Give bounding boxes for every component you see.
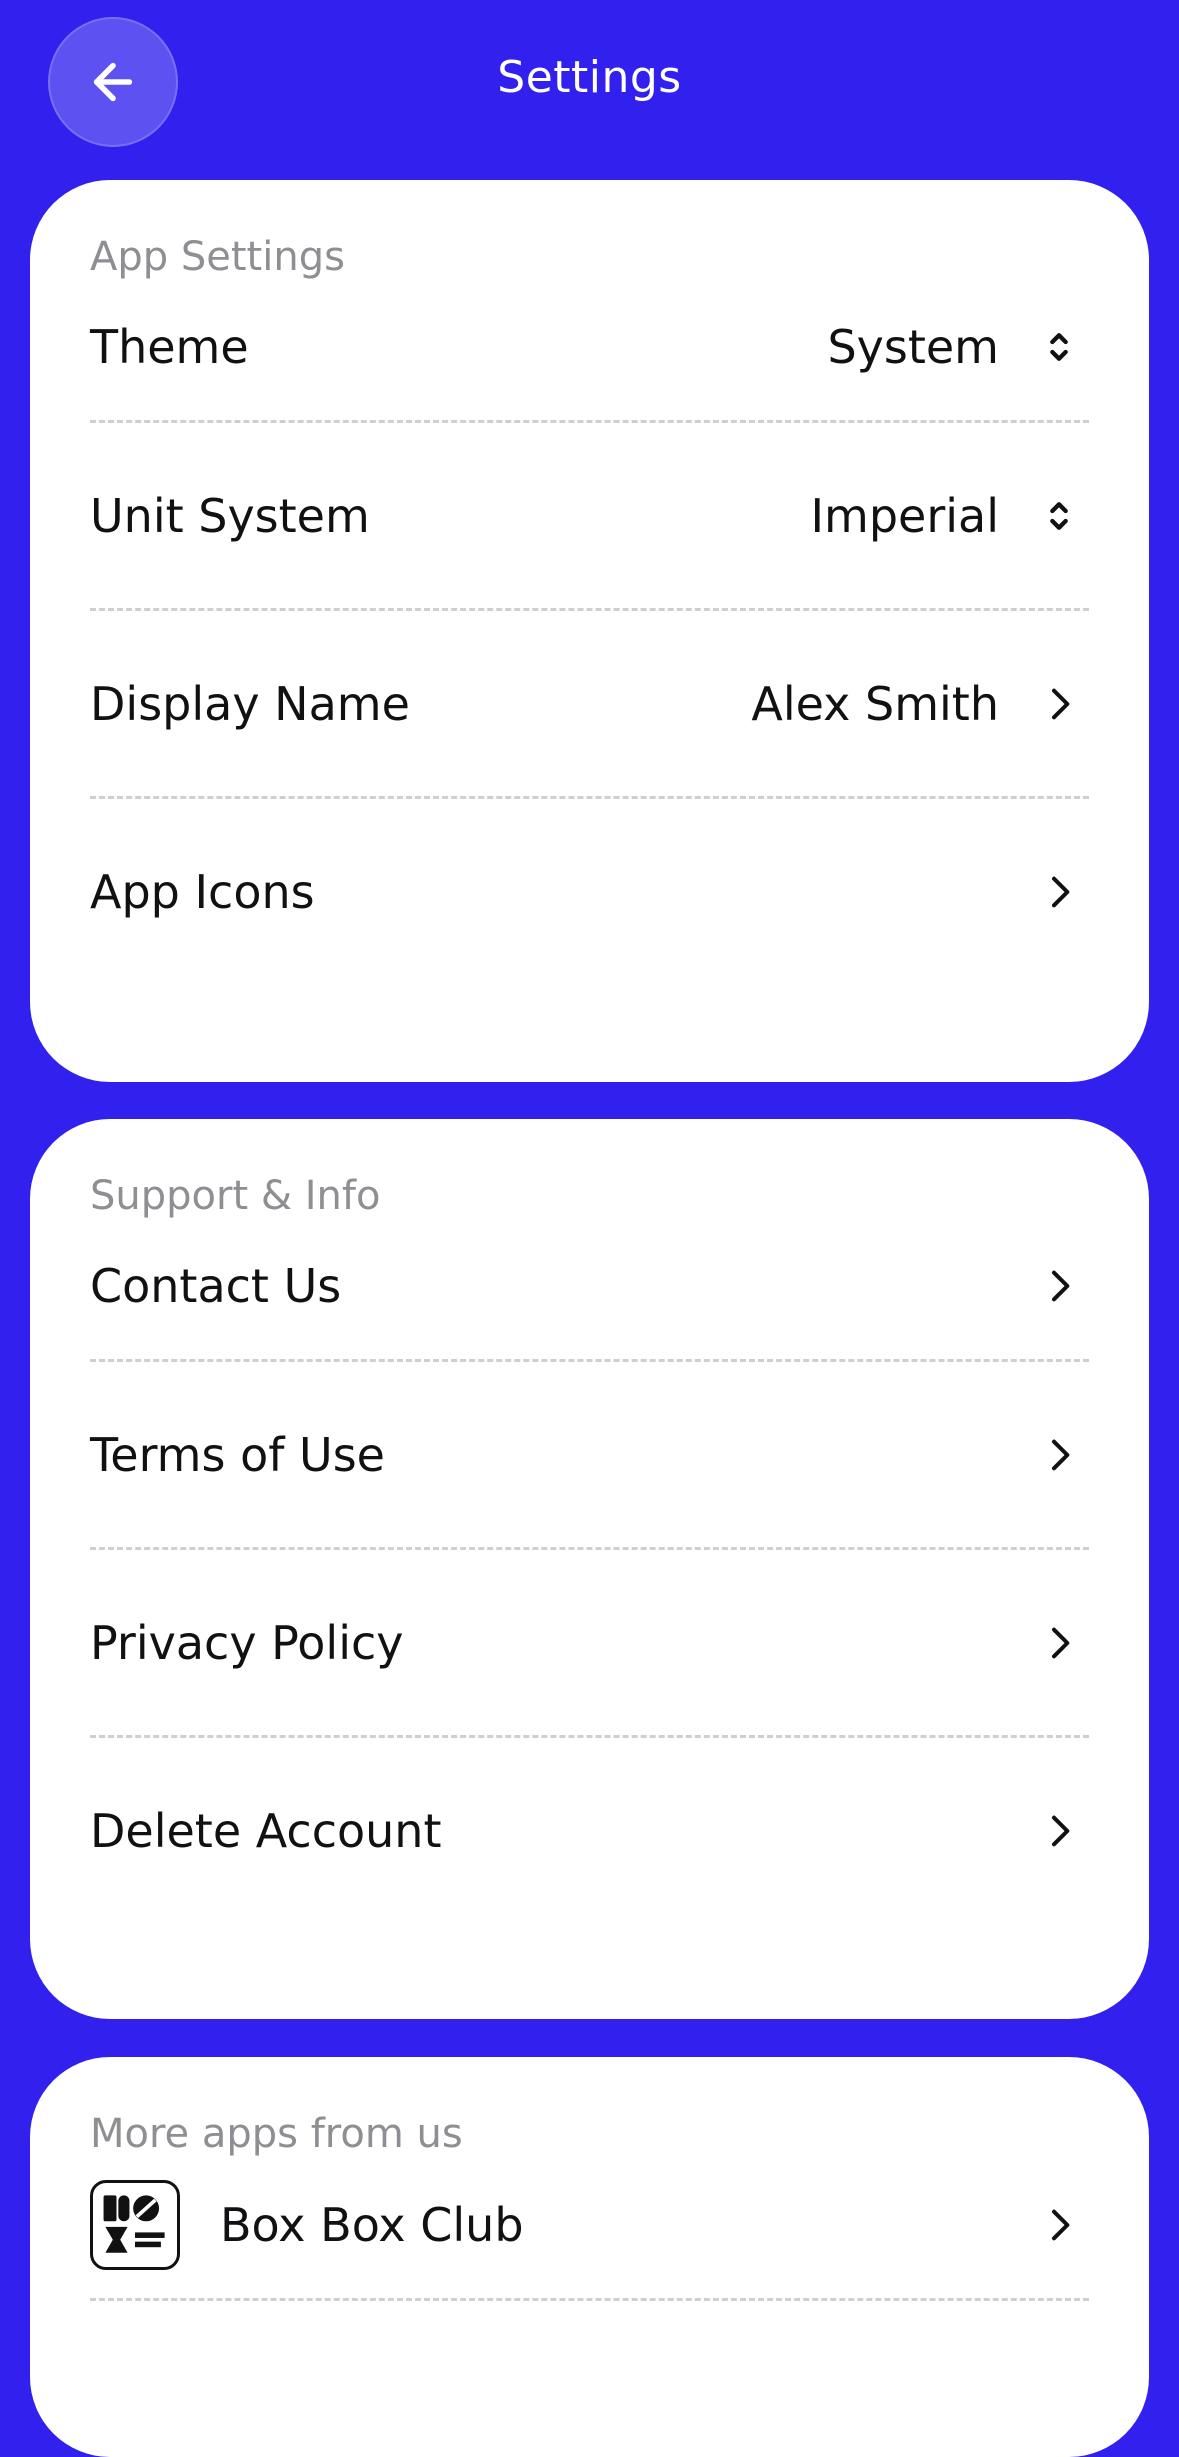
theme-value: System (827, 320, 999, 374)
unit-system-value: Imperial (810, 488, 999, 543)
delete-account-label: Delete Account (90, 1803, 442, 1858)
theme-label: Theme (90, 320, 249, 374)
display-name-label: Display Name (90, 676, 410, 731)
app-settings-card: App Settings Theme System Unit System Im… (30, 180, 1149, 1082)
privacy-policy-row[interactable]: Privacy Policy (90, 1547, 1089, 1735)
up-down-chevron-icon (1039, 496, 1079, 536)
unit-system-row[interactable]: Unit System Imperial (90, 420, 1089, 608)
header: Settings (0, 0, 1179, 170)
unit-system-label: Unit System (90, 488, 370, 543)
chevron-right-icon (1039, 2205, 1079, 2245)
chevron-right-icon (1039, 872, 1079, 912)
display-name-row[interactable]: Display Name Alex Smith (90, 608, 1089, 796)
support-info-card: Support & Info Contact Us Terms of Use P… (30, 1119, 1149, 2019)
box-box-club-label: Box Box Club (220, 2197, 524, 2252)
delete-account-row[interactable]: Delete Account (90, 1735, 1089, 1923)
chevron-right-icon (1039, 1811, 1079, 1851)
privacy-policy-label: Privacy Policy (90, 1615, 404, 1670)
terms-of-use-row[interactable]: Terms of Use (90, 1359, 1089, 1547)
box-box-club-row[interactable]: Box Box Club (90, 2151, 1089, 2301)
chevron-right-icon (1039, 1266, 1079, 1306)
contact-us-label: Contact Us (90, 1259, 342, 1313)
app-icons-label: App Icons (90, 864, 315, 919)
more-apps-card: More apps from us Box Box Club (30, 2057, 1149, 2457)
contact-us-row[interactable]: Contact Us (90, 1213, 1089, 1359)
terms-of-use-label: Terms of Use (90, 1427, 385, 1482)
chevron-right-icon (1039, 684, 1079, 724)
box-box-club-logo (90, 2179, 180, 2270)
display-name-value: Alex Smith (751, 676, 999, 731)
chevron-right-icon (1039, 1623, 1079, 1663)
chevron-right-icon (1039, 1435, 1079, 1475)
app-icons-row[interactable]: App Icons (90, 796, 1089, 984)
up-down-chevron-icon (1039, 327, 1079, 367)
theme-row[interactable]: Theme System (90, 274, 1089, 420)
page-title: Settings (497, 52, 682, 103)
